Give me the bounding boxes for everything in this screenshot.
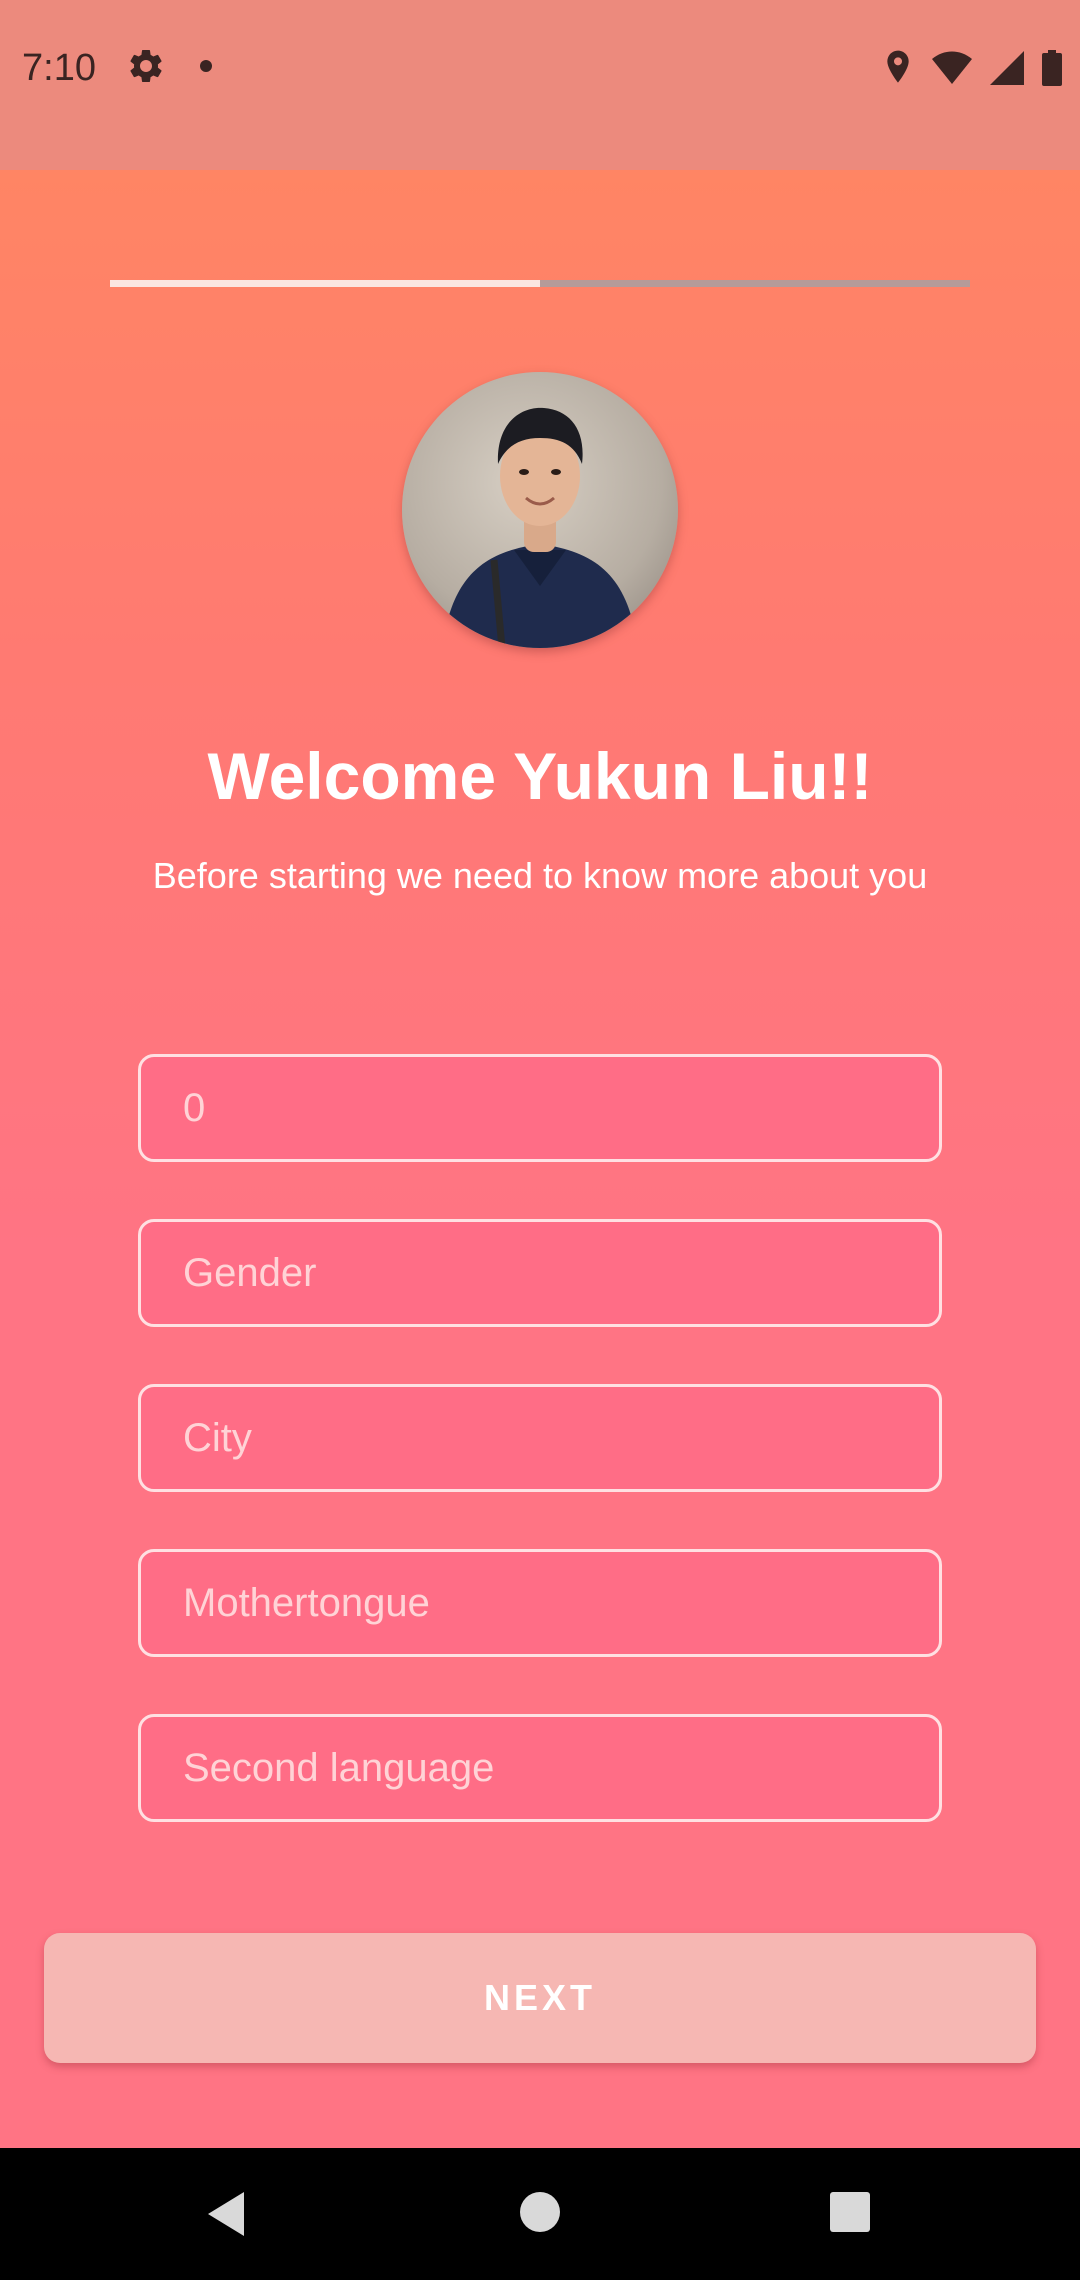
second-language-input[interactable] — [141, 1717, 939, 1819]
status-icons — [882, 44, 1062, 92]
status-time: 7:10 — [22, 47, 96, 89]
status-bar: 7:10 — [0, 0, 1080, 170]
gender-field[interactable] — [138, 1219, 942, 1327]
back-icon[interactable] — [204, 2190, 248, 2238]
location-icon — [882, 48, 914, 88]
next-button-label: NEXT — [483, 1977, 596, 2018]
welcome-title: Welcome Yukun Liu!! — [207, 739, 873, 813]
gear-icon — [126, 46, 166, 86]
cell-signal-icon — [990, 51, 1024, 85]
mothertongue-field[interactable] — [138, 1549, 942, 1657]
onboarding-progress-fill — [110, 280, 540, 287]
city-input[interactable] — [141, 1387, 939, 1489]
city-field[interactable] — [138, 1384, 942, 1492]
wifi-icon — [932, 51, 972, 85]
gender-input[interactable] — [141, 1222, 939, 1324]
navigation-bar — [0, 2148, 1080, 2280]
mothertongue-input[interactable] — [141, 1552, 939, 1654]
onboarding-progress-bar — [110, 280, 970, 287]
battery-icon — [1042, 50, 1062, 86]
age-field[interactable] — [138, 1054, 942, 1162]
next-button[interactable]: NEXT — [44, 1933, 1036, 2063]
avatar — [402, 372, 678, 648]
home-icon[interactable] — [518, 2190, 562, 2234]
recents-icon[interactable] — [828, 2190, 872, 2234]
age-input[interactable] — [141, 1057, 939, 1159]
onboarding-screen: Welcome Yukun Liu!! Before starting we n… — [0, 170, 1080, 2148]
second-language-field[interactable] — [138, 1714, 942, 1822]
welcome-subtitle: Before starting we need to know more abo… — [152, 855, 928, 896]
notification-dot-icon — [200, 60, 212, 72]
